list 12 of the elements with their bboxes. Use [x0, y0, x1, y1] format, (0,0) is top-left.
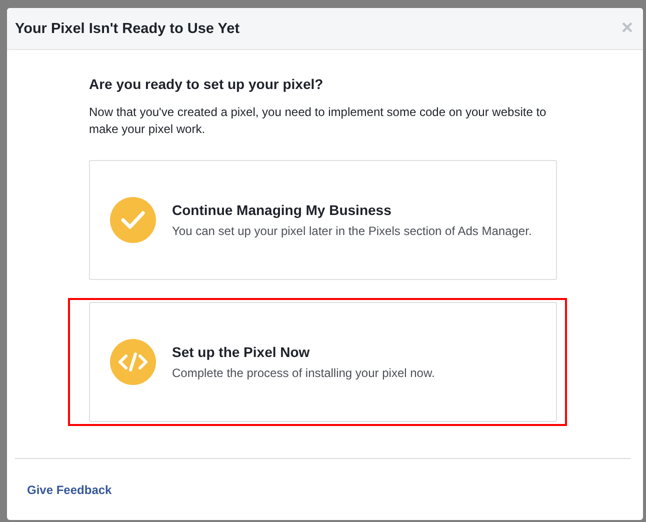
intro-text: Now that you've created a pixel, you need to implement some code on your website to make your pixel work.	[89, 104, 548, 138]
option-description: You can set up your pixel later in the Pixels section of Ads Manager.	[172, 224, 532, 238]
question-heading: Are you ready to set up your pixel?	[89, 76, 324, 92]
checkmark-icon	[110, 197, 156, 243]
option-title: Set up the Pixel Now	[172, 344, 311, 360]
dialog-title: Your Pixel Isn't Ready to Use Yet	[15, 20, 240, 36]
option-card[interactable]: Continue Managing My Business You can set up your pixel later in the Pixels section of Ads Manager.	[89, 160, 557, 280]
option-card[interactable]: Set up the Pixel Now Complete the process of installing your pixel now.	[89, 302, 557, 422]
feedback-link[interactable]: Give Feedback	[27, 483, 112, 497]
option-title: Continue Managing My Business	[172, 202, 392, 218]
code-icon	[110, 339, 156, 385]
option-description: Complete the process of installing your pixel now.	[172, 366, 435, 380]
